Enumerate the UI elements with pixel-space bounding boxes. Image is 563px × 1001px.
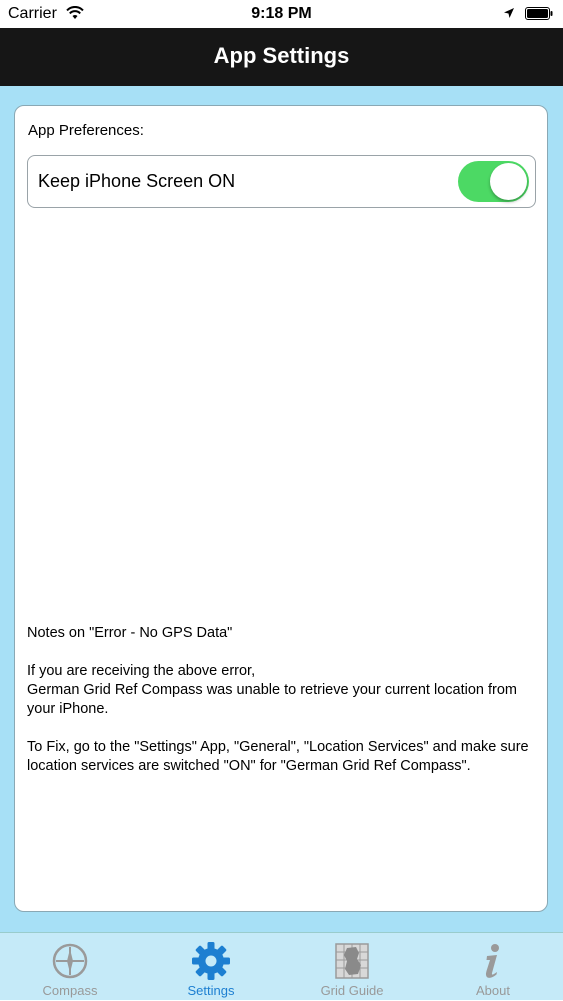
page-title: App Settings bbox=[213, 43, 350, 68]
tab-compass-label: Compass bbox=[42, 983, 98, 998]
navigation-bar: App Settings bbox=[0, 28, 563, 86]
status-bar: Carrier 9:18 PM bbox=[0, 0, 563, 28]
toggle-knob bbox=[490, 163, 527, 200]
notes-fix-instructions: To Fix, go to the "Settings" App, "Gener… bbox=[27, 739, 529, 774]
keep-screen-on-toggle[interactable] bbox=[458, 161, 529, 202]
compass-icon bbox=[50, 941, 90, 981]
tab-grid-guide-label: Grid Guide bbox=[320, 983, 384, 998]
gps-error-notes: Notes on "Error - No GPS Data" If you ar… bbox=[27, 624, 537, 795]
clock-time: 9:18 PM bbox=[251, 5, 312, 22]
main-content: App Preferences: Keep iPhone Screen ON N… bbox=[0, 86, 563, 932]
tab-about-label: About bbox=[476, 983, 510, 998]
gear-icon bbox=[191, 941, 231, 981]
tab-about[interactable]: About bbox=[423, 933, 563, 1001]
settings-panel: App Preferences: Keep iPhone Screen ON N… bbox=[14, 105, 548, 912]
tab-grid-guide[interactable]: Grid Guide bbox=[282, 933, 422, 1001]
battery-icon bbox=[525, 7, 553, 20]
location-arrow-icon bbox=[503, 6, 515, 24]
notes-explanation: If you are receiving the above error, Ge… bbox=[27, 662, 537, 719]
keep-screen-on-label: Keep iPhone Screen ON bbox=[38, 171, 236, 191]
notes-heading: Notes on "Error - No GPS Data" bbox=[27, 625, 233, 641]
info-icon bbox=[473, 941, 513, 981]
grid-map-icon bbox=[332, 941, 372, 981]
section-label-app-preferences: App Preferences: bbox=[28, 122, 144, 139]
tab-settings[interactable]: Settings bbox=[141, 933, 281, 1001]
notes-line-1: If you are receiving the above error, bbox=[27, 663, 256, 679]
notes-line-2: German Grid Ref Compass was unable to re… bbox=[27, 682, 517, 717]
tab-settings-label: Settings bbox=[187, 983, 235, 998]
keep-screen-on-row: Keep iPhone Screen ON bbox=[27, 155, 536, 208]
tab-bar: Compass Settings Grid Guide About bbox=[0, 932, 563, 1000]
tab-compass[interactable]: Compass bbox=[0, 933, 140, 1001]
